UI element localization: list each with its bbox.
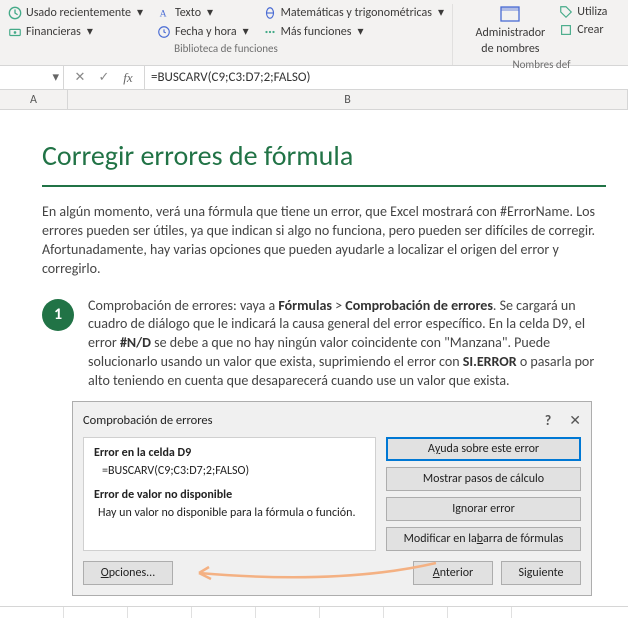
- svg-text:A: A: [160, 8, 167, 19]
- chevron-down-icon: ▾: [52, 70, 59, 85]
- ribbon-group-library-label: Biblioteca de funciones: [6, 42, 446, 55]
- chevron-down-icon: ▾: [438, 5, 444, 20]
- chevron-down-icon: ▾: [207, 5, 213, 20]
- help-on-error-button[interactable]: Ayuda sobre este error: [386, 437, 581, 461]
- more-icon: [263, 25, 277, 39]
- step-text: Comprobación de errores: vaya a Fórmulas…: [88, 297, 606, 391]
- clock-icon: [8, 6, 22, 20]
- chevron-down-icon: ▾: [137, 5, 143, 20]
- formula-bar: ▾ ✕ ✓ fx =BUSCARV(C9;C3:D7;2;FALSO): [0, 66, 628, 90]
- formula-confirm-button[interactable]: ✓: [96, 70, 112, 85]
- ribbon-math-button[interactable]: Matemáticas y trigonométricas ▾: [261, 4, 446, 21]
- ribbon-financial-label: Financieras: [26, 25, 81, 39]
- fx-icon[interactable]: fx: [120, 70, 136, 86]
- ribbon: Usado recientemente ▾ Financieras ▾ A Te…: [0, 0, 628, 66]
- tag-icon: [559, 5, 573, 19]
- error-formula: =BUSCARV(C9;C3:D7;2;FALSO): [102, 464, 365, 478]
- name-box[interactable]: ▾: [0, 66, 64, 89]
- ribbon-utilize-button[interactable]: Utiliza: [557, 4, 609, 20]
- options-button[interactable]: Opciones...: [83, 561, 173, 585]
- ribbon-math-label: Matemáticas y trigonométricas: [281, 6, 432, 20]
- ribbon-name-manager-button[interactable]: Administrador de nombres: [474, 4, 548, 56]
- ribbon-datetime-button[interactable]: Fecha y hora ▾: [155, 23, 251, 40]
- ribbon-text-label: Texto: [175, 6, 201, 20]
- ribbon-create-label: Crear: [577, 23, 603, 37]
- create-icon: [559, 23, 573, 37]
- dialog-title: Comprobación de errores: [83, 413, 213, 428]
- title-underline: [42, 185, 606, 187]
- dialog-error-info: Error en la celda D9 =BUSCARV(C9;C3:D7;2…: [83, 437, 376, 551]
- ribbon-recent-button[interactable]: Usado recientemente ▾: [6, 4, 145, 21]
- sheet-tab-strip[interactable]: [0, 606, 628, 618]
- next-button[interactable]: Siguiente: [501, 561, 581, 585]
- previous-button[interactable]: Anterior: [413, 561, 493, 585]
- edit-in-formula-bar-button[interactable]: Modificar en la barra de fórmulas: [386, 527, 581, 551]
- error-type: Error de valor no disponible: [94, 488, 365, 502]
- intro-paragraph: En algún momento, verá una fórmula que t…: [42, 203, 606, 279]
- ribbon-more-button[interactable]: Más funciones ▾: [261, 23, 366, 40]
- money-icon: [8, 25, 22, 39]
- ribbon-financial-button[interactable]: Financieras ▾: [6, 23, 95, 40]
- theta-icon: [263, 6, 277, 20]
- chevron-down-icon: ▾: [243, 24, 249, 39]
- step-1: 1 Comprobación de errores: vaya a Fórmul…: [42, 297, 606, 391]
- ignore-error-button[interactable]: Ignorar error: [386, 497, 581, 521]
- ribbon-recent-label: Usado recientemente: [26, 6, 131, 20]
- name-manager-icon: [498, 4, 522, 24]
- ribbon-datetime-label: Fecha y hora: [175, 25, 237, 39]
- close-icon[interactable]: ✕: [569, 412, 581, 429]
- step-badge: 1: [42, 299, 74, 331]
- text-icon: A: [157, 6, 171, 20]
- formula-input[interactable]: =BUSCARV(C9;C3:D7;2;FALSO): [145, 66, 628, 89]
- formula-cancel-button[interactable]: ✕: [72, 70, 88, 85]
- worksheet-content: Corregir errores de fórmula En algún mom…: [0, 110, 628, 606]
- show-steps-button[interactable]: Mostrar pasos de cálculo: [386, 467, 581, 491]
- error-message: Hay un valor no disponible para la fórmu…: [98, 506, 365, 522]
- page-title: Corregir errores de fórmula: [42, 138, 606, 173]
- chevron-down-icon: ▾: [87, 24, 93, 39]
- ribbon-more-label: Más funciones: [281, 25, 352, 39]
- error-checking-dialog: Comprobación de errores ? ✕ Error en la …: [72, 401, 592, 596]
- column-header-a[interactable]: A: [0, 90, 68, 109]
- ribbon-text-button[interactable]: A Texto ▾: [155, 4, 215, 21]
- ribbon-create-button[interactable]: Crear: [557, 22, 605, 38]
- error-cell-label: Error en la celda D9: [94, 446, 365, 460]
- dialog-help-button[interactable]: ?: [545, 412, 552, 429]
- column-header-b[interactable]: B: [68, 90, 628, 109]
- column-headers: A B: [0, 90, 628, 110]
- ribbon-utilize-label: Utiliza: [577, 5, 607, 19]
- chevron-down-icon: ▾: [357, 24, 363, 39]
- calendar-clock-icon: [157, 25, 171, 39]
